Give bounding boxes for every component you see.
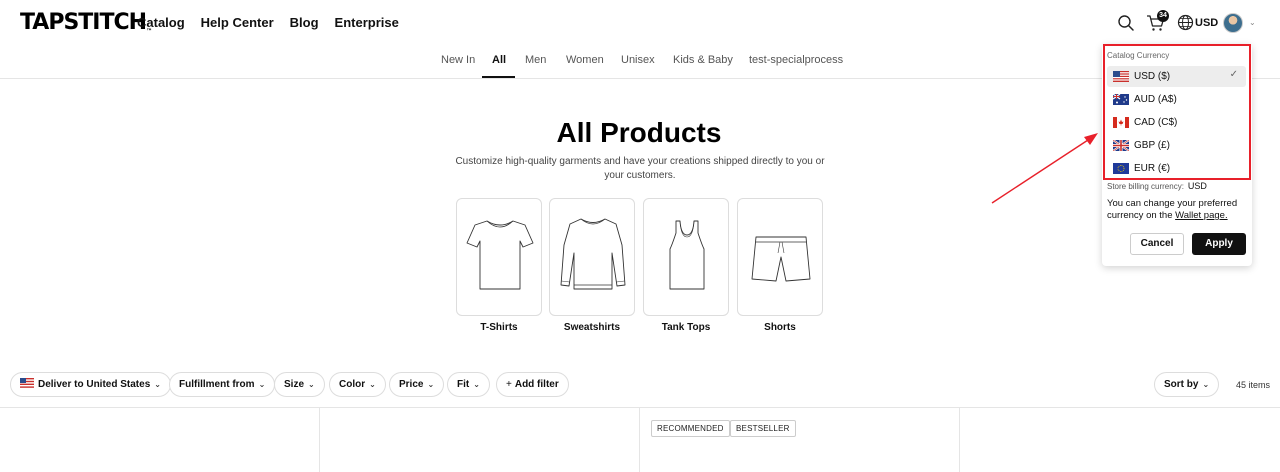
bestseller-badge: BESTSELLER [730, 420, 796, 437]
tab-new-in[interactable]: New In [441, 54, 475, 66]
add-filter-button[interactable]: + Add filter [496, 372, 569, 397]
chevron-down-icon: ⌄ [308, 380, 315, 389]
cancel-button[interactable]: Cancel [1130, 233, 1184, 255]
nav-enterprise[interactable]: Enterprise [335, 15, 399, 30]
chevron-down-icon: ⌄ [1202, 380, 1210, 389]
gb-flag-icon [1113, 140, 1129, 151]
category-label-shorts: Shorts [764, 322, 796, 333]
fulfillment-filter[interactable]: Fulfillment from ⌄ [169, 372, 276, 397]
category-card-tshirts[interactable] [456, 198, 542, 316]
tank-top-icon [669, 220, 705, 290]
tab-kids-baby[interactable]: Kids & Baby [673, 54, 733, 66]
search-icon[interactable] [1117, 14, 1135, 32]
page-subtitle: Customize high-quality garments and have… [455, 156, 825, 181]
currency-selector[interactable]: USD [1195, 17, 1218, 29]
currency-option-aud[interactable]: AUD (A$) [1107, 89, 1246, 110]
shorts-icon [751, 236, 811, 282]
grid-divider [959, 408, 960, 472]
active-tab-indicator [482, 76, 515, 78]
ca-flag-icon [1113, 117, 1129, 128]
chevron-down-icon: ⌄ [473, 380, 480, 389]
avatar[interactable] [1223, 13, 1243, 33]
wallet-page-link[interactable]: Wallet page. [1175, 210, 1227, 221]
color-filter[interactable]: Color ⌄ [329, 372, 386, 397]
currency-option-cad[interactable]: CAD (C$) [1107, 112, 1246, 133]
tshirt-icon [466, 220, 534, 290]
cart-count-badge: 34 [1157, 10, 1169, 22]
category-label-tshirts: T-Shirts [480, 322, 518, 333]
nav-catalog[interactable]: Catalog [137, 15, 185, 30]
currency-option-eur[interactable]: EUR (€) [1107, 158, 1246, 179]
tab-men[interactable]: Men [525, 54, 546, 66]
tab-test-specialprocess[interactable]: test-specialprocess [749, 54, 843, 66]
fit-filter[interactable]: Fit ⌄ [447, 372, 490, 397]
dropdown-divider [1106, 179, 1248, 180]
tapstitch-logo[interactable]: TAPSTITCH™ [20, 10, 152, 35]
currency-option-usd[interactable]: USD ($) ✓ [1107, 66, 1246, 87]
category-label-sweatshirts: Sweatshirts [563, 322, 621, 333]
sort-by-dropdown[interactable]: Sort by ⌄ [1154, 372, 1220, 397]
chevron-down-icon[interactable]: ⌄ [1249, 18, 1256, 27]
nav-help-center[interactable]: Help Center [201, 15, 274, 30]
chevron-down-icon: ⌄ [154, 380, 161, 389]
item-count: 45 items [1236, 380, 1271, 390]
plus-icon: + [506, 379, 512, 390]
tab-women[interactable]: Women [566, 54, 604, 66]
price-filter[interactable]: Price ⌄ [389, 372, 445, 397]
sweatshirt-icon [560, 218, 626, 290]
catalog-currency-title: Catalog Currency [1107, 51, 1170, 60]
apply-button[interactable]: Apply [1192, 233, 1246, 255]
site-header: TAPSTITCH™ Catalog Help Center Blog Ente… [0, 0, 1280, 46]
category-label-tank-tops: Tank Tops [661, 322, 711, 333]
eu-flag-icon [1113, 163, 1129, 174]
chevron-down-icon: ⌄ [258, 380, 266, 389]
category-card-sweatshirts[interactable] [549, 198, 635, 316]
nav-blog[interactable]: Blog [290, 15, 319, 30]
store-billing-currency: Store billing currency: USD [1107, 181, 1207, 191]
au-flag-icon [1113, 94, 1129, 105]
annotation-arrow-icon [991, 133, 1098, 204]
checkmark-icon: ✓ [1229, 69, 1238, 80]
tab-all[interactable]: All [492, 54, 506, 66]
grid-divider [0, 407, 1280, 408]
main-nav: Catalog Help Center Blog Enterprise [137, 15, 399, 30]
category-tabs: New In All Men Women Unisex Kids & Baby … [0, 46, 1280, 79]
currency-option-gbp[interactable]: GBP (£) [1107, 135, 1246, 156]
us-flag-icon [1113, 71, 1129, 82]
category-card-shorts[interactable] [737, 198, 823, 316]
chevron-down-icon: ⌄ [369, 380, 376, 389]
deliver-to-filter[interactable]: Deliver to United States ⌄ [10, 372, 171, 397]
currency-note: You can change your preferred currency o… [1107, 198, 1238, 221]
size-filter[interactable]: Size ⌄ [274, 372, 325, 397]
us-flag-icon [20, 378, 34, 388]
recommended-badge: RECOMMENDED [651, 420, 730, 437]
grid-divider [319, 408, 320, 472]
globe-icon[interactable] [1177, 14, 1194, 31]
chevron-down-icon: ⌄ [427, 380, 435, 389]
category-card-tank-tops[interactable] [643, 198, 729, 316]
grid-divider [639, 408, 640, 472]
tab-unisex[interactable]: Unisex [621, 54, 655, 66]
